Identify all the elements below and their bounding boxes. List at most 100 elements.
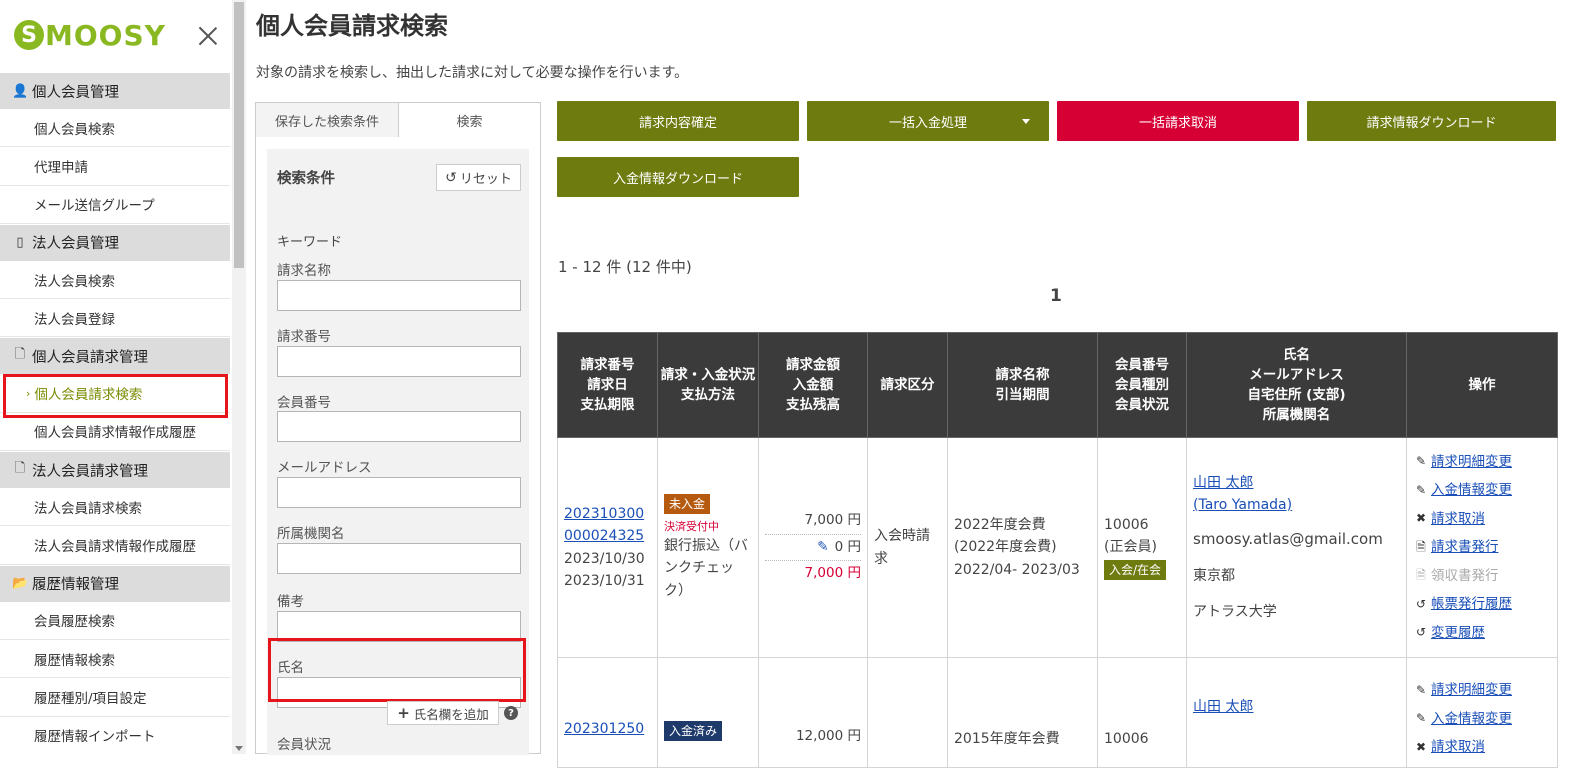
search-input[interactable] (277, 543, 521, 574)
cell-operations: ✎ 請求明細変更 ✎ 入金情報変更 ✖ 請求取消 🗎 請求書発行 🗎 領収書発行 ↺ 帳票発行履歴 ↺ 変… (1406, 437, 1558, 658)
operation-item[interactable]: ✎ 入金情報変更 (1413, 476, 1551, 505)
operation-item[interactable]: ✎ 請求明細変更 (1413, 676, 1551, 705)
operation-item[interactable]: ✎ 請求明細変更 (1413, 448, 1551, 477)
operation-link[interactable]: 請求取消 (1431, 733, 1485, 762)
column-header-line: 請求日 (587, 376, 628, 393)
member-name-link[interactable]: 山田 太郎 (1193, 699, 1253, 715)
sidebar-scrollbar[interactable] (232, 0, 246, 754)
bulk-payment-button[interactable]: 一括入金処理 (807, 101, 1049, 141)
sidebar-item[interactable]: 履歴種別/項目設定 (0, 678, 230, 717)
operation-link[interactable]: 請求書発行 (1431, 533, 1499, 562)
column-header: 請求番号 請求日 支払期限 (557, 332, 658, 438)
search-input[interactable] (277, 611, 521, 642)
sidebar-nav: 👤 個人会員管理 個人会員検索代理申請メール送信グループ ▯ 法人会員管理法人会員検索法… (0, 72, 230, 754)
operation-link[interactable]: 変更履歴 (1431, 619, 1485, 648)
sidebar-section-header[interactable]: 🗋 法人会員請求管理 (0, 451, 230, 489)
operation-link: 領収書発行 (1431, 567, 1499, 584)
operation-link[interactable]: 入金情報変更 (1431, 476, 1512, 505)
paid-amount-row: ✎ 0 円 (765, 533, 861, 562)
table-row: 202310300 000024325 2023/10/30 2023/10/31… (557, 437, 1558, 658)
sidebar-section-header[interactable]: 📂 履歴情報管理 (0, 564, 230, 602)
sidebar-item-label: 個人会員請求情報作成履歴 (34, 425, 196, 442)
add-name-field-button[interactable]: + 氏名欄を追加 (387, 701, 499, 725)
sidebar-item[interactable]: 個人会員検索 (0, 109, 230, 148)
cell-member: 10006 (1097, 657, 1187, 768)
cell-member: 10006 (正会員) 入会/在会 (1097, 437, 1187, 658)
help-icon[interactable]: ? (504, 706, 518, 720)
field-label: 請求番号 (277, 329, 331, 345)
sidebar-item-label: 履歴情報インポート (34, 729, 156, 746)
bulk-cancel-button[interactable]: 一括請求取消 (1057, 101, 1299, 141)
bulk-payment-label: 一括入金処理 (888, 115, 967, 131)
building-icon: ▯ (16, 235, 24, 251)
operation-link[interactable]: 入金情報変更 (1431, 705, 1512, 734)
sidebar-item[interactable]: 法人会員請求検索 (0, 488, 230, 527)
cell-bill-number: 202301250 (557, 657, 658, 768)
cell-amounts: 7,000 円 ✎ 0 円 7,000 円 (758, 437, 868, 658)
download-payment-button[interactable]: 入金情報ダウンロード (557, 157, 799, 197)
smoosy-logo[interactable]: S MOOSY (14, 18, 166, 52)
search-input[interactable] (277, 477, 521, 508)
cell-bill-name: 2015年度年会費 (947, 657, 1098, 768)
search-input[interactable] (277, 280, 521, 311)
search-input[interactable] (277, 411, 521, 442)
cell-category: 入会時請求 (867, 437, 948, 658)
bill-amount: 12,000 円 (795, 728, 861, 744)
member-address: 東京都 (1193, 567, 1235, 584)
paid-amount: 0 円 (834, 538, 861, 555)
history-icon: ↺ (1415, 596, 1427, 611)
scroll-down-icon[interactable] (235, 746, 243, 751)
reset-label: リセット (459, 172, 512, 187)
operation-item[interactable]: ↺ 変更履歴 (1413, 619, 1551, 648)
tab-saved-conditions[interactable]: 保存した検索条件 (255, 102, 399, 138)
sidebar-item[interactable]: 代理申請 (0, 147, 230, 186)
tab-search[interactable]: 検索 (399, 102, 541, 138)
operation-item[interactable]: ✎ 入金情報変更 (1413, 705, 1551, 734)
confirm-bill-button[interactable]: 請求内容確定 (557, 101, 799, 141)
sidebar-item[interactable]: メール送信グループ (0, 186, 230, 224)
operation-link[interactable]: 請求明細変更 (1431, 676, 1512, 705)
column-header: 操作 (1406, 332, 1558, 438)
sidebar-item[interactable]: 法人会員検索 (0, 261, 230, 300)
reset-button[interactable]: ↺ リセット (436, 164, 521, 191)
operation-item[interactable]: ↺ 帳票発行履歴 (1413, 590, 1551, 619)
sidebar-item-label: 履歴種別/項目設定 (34, 690, 147, 707)
sidebar-item[interactable]: 個人会員請求情報作成履歴 (0, 413, 230, 452)
scrollbar-thumb[interactable] (234, 2, 244, 268)
operation-link[interactable]: 請求明細変更 (1431, 448, 1512, 477)
operation-item[interactable]: ✖ 請求取消 (1413, 733, 1551, 762)
column-header-line: 入金額 (792, 376, 834, 393)
column-header: 会員番号 会員種別 会員状況 (1097, 332, 1187, 438)
operation-item[interactable]: 🗎 請求書発行 (1413, 533, 1551, 562)
add-name-label: 氏名欄を追加 (413, 706, 489, 722)
sidebar-section-header[interactable]: 👤 個人会員管理 (0, 72, 230, 109)
sidebar-section-header[interactable]: ▯ 法人会員管理 (0, 223, 230, 261)
field-label: メールアドレス (277, 460, 372, 476)
download-billing-button[interactable]: 請求情報ダウンロード (1307, 101, 1556, 141)
sidebar-item[interactable]: 履歴情報検索 (0, 640, 230, 679)
operation-item[interactable]: ✖ 請求取消 (1413, 505, 1551, 534)
member-name-link[interactable]: 山田 太郎 (Taro Yamada) (1193, 472, 1400, 517)
status-badge: 入金済み (664, 721, 723, 741)
member-status-label: 会員状況 (277, 737, 331, 753)
sidebar-item-label: 代理申請 (34, 159, 88, 176)
sidebar-item-label: 法人会員検索 (34, 273, 115, 290)
search-input[interactable] (277, 346, 521, 377)
due-date: 2023/10/31 (564, 572, 645, 589)
sidebar-item[interactable]: 法人会員請求情報作成履歴 (0, 526, 230, 565)
sidebar-item[interactable]: 会員履歴検索 (0, 602, 230, 640)
operation-link[interactable]: 帳票発行履歴 (1431, 590, 1512, 619)
pagination-current[interactable]: 1 (1050, 286, 1062, 306)
bill-number-link[interactable]: 202301250 (564, 721, 644, 737)
caret-down-icon (1022, 119, 1030, 124)
pencil-icon[interactable]: ✎ (817, 539, 828, 555)
sidebar-section-header[interactable]: 🗋 個人会員請求管理 (0, 337, 230, 375)
member-org: アトラス大学 (1193, 603, 1277, 620)
bill-number-link[interactable]: 202310300 000024325 (564, 503, 651, 548)
operation-link[interactable]: 請求取消 (1431, 505, 1485, 534)
close-icon[interactable] (196, 24, 220, 48)
column-header-line: 氏名 (1283, 346, 1310, 363)
sidebar-item[interactable]: 法人会員登録 (0, 299, 230, 338)
sidebar-item[interactable]: › 個人会員請求検索 (0, 374, 230, 413)
sidebar-item[interactable]: 履歴情報インポート (0, 717, 230, 754)
